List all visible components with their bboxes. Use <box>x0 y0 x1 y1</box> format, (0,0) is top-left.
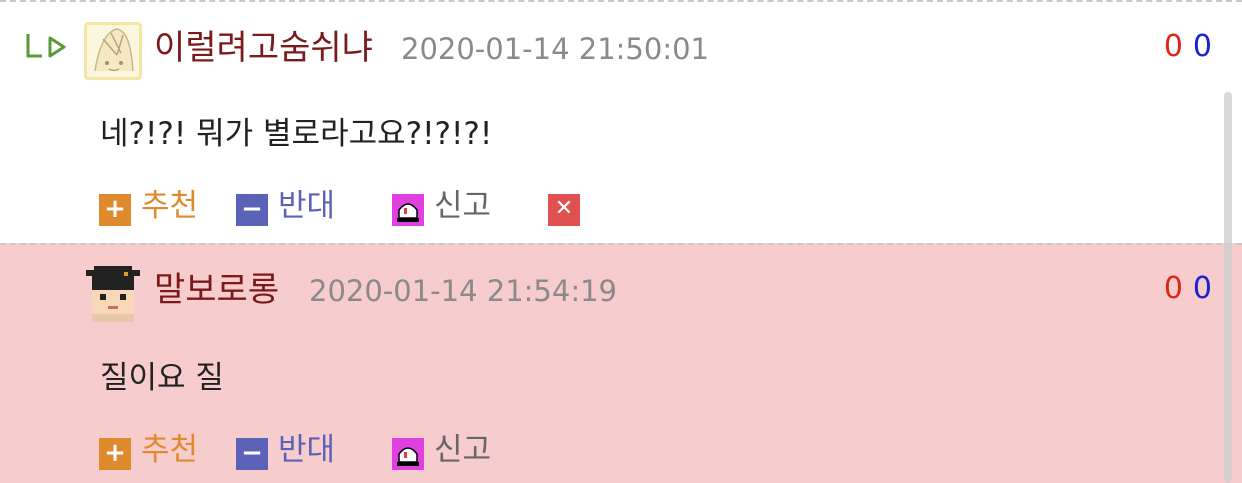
avatar-illustration-icon <box>87 25 139 77</box>
vote-counts: 00 <box>1164 27 1212 67</box>
report-label: 신고 <box>434 188 492 224</box>
report-label: 신고 <box>434 432 492 468</box>
oppose-label: 반대 <box>278 432 336 468</box>
comment-actions: + 추천 − 반대 신고 ✕ <box>0 184 700 228</box>
avatar-pixel-graduate-icon <box>84 264 142 322</box>
vote-up-count: 0 <box>1163 271 1183 306</box>
comment-item: 말보로롱 2020-01-14 21:54:19 00 질이요 질 + 추천 −… <box>0 243 1242 483</box>
plus-icon: + <box>99 438 131 470</box>
recommend-label: 추천 <box>141 432 199 468</box>
vote-counts: 00 <box>1164 269 1212 309</box>
author-name[interactable]: 말보로롱 <box>154 270 279 310</box>
oppose-label: 반대 <box>278 188 336 224</box>
comment-actions: + 추천 − 반대 신고 <box>0 428 700 472</box>
comment-item: 이럴려고숨쉬냐 2020-01-14 21:50:01 00 네?!?! 뭐가 … <box>0 0 1242 244</box>
vote-down-count: 0 <box>1192 29 1212 64</box>
siren-icon <box>392 194 424 226</box>
close-icon: ✕ <box>548 194 580 226</box>
siren-icon <box>392 438 424 470</box>
recommend-label: 추천 <box>141 188 199 224</box>
avatar[interactable] <box>84 22 142 80</box>
vote-up-count: 0 <box>1163 29 1183 64</box>
comment-date: 2020-01-14 21:54:19 <box>309 274 617 308</box>
scrollbar[interactable] <box>1224 92 1232 483</box>
plus-icon: + <box>99 194 131 226</box>
avatar[interactable] <box>84 264 142 322</box>
reply-arrow-icon <box>26 34 66 58</box>
minus-icon: − <box>236 194 268 226</box>
author-name[interactable]: 이럴려고숨쉬냐 <box>154 28 373 68</box>
minus-icon: − <box>236 438 268 470</box>
comment-text: 질이요 질 <box>100 360 224 396</box>
comment-date: 2020-01-14 21:50:01 <box>401 32 709 66</box>
vote-down-count: 0 <box>1192 271 1212 306</box>
comment-text: 네?!?! 뭐가 별로라고요?!?!?! <box>100 116 493 152</box>
